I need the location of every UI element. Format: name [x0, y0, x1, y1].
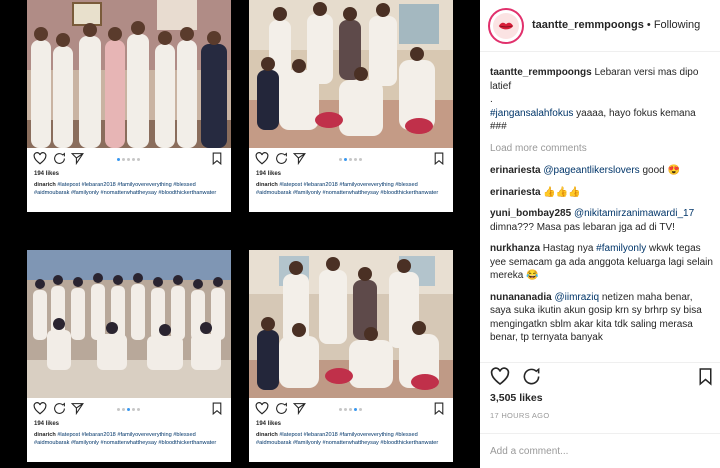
post-timestamp[interactable]: 17 HOURS AGO: [490, 411, 549, 420]
comment-mention[interactable]: @pageantlikerslovers: [543, 165, 639, 176]
share-icon[interactable]: [293, 152, 306, 165]
avatar[interactable]: [488, 8, 524, 44]
carousel-dots: [339, 158, 362, 161]
card-likes: 194 likes: [34, 171, 60, 177]
heart-icon[interactable]: [33, 402, 47, 415]
header-username-line: taantte_remmpoongs • Following: [532, 19, 700, 31]
carousel-dots: [117, 158, 140, 161]
comment-mention[interactable]: @iimraziq: [554, 292, 599, 303]
heart-icon[interactable]: [33, 152, 47, 165]
post-card-3[interactable]: 194 likes dinarich #latepost #lebaran201…: [27, 250, 231, 462]
avatar-image: [493, 13, 519, 39]
post-card-4[interactable]: 194 likes dinarich #latepost #lebaran201…: [249, 250, 453, 462]
carousel-dots: [339, 408, 362, 411]
caption-user[interactable]: dinarich: [256, 182, 278, 188]
username-link[interactable]: taantte_remmpoongs: [532, 19, 644, 31]
caption-hashtag[interactable]: #jangansalahfokus: [490, 108, 573, 119]
card-caption: dinarich #latepost #lebaran2018 #familyo…: [34, 181, 226, 198]
post-action-bar: 3,505 likes 17 HOURS AGO Add a comment..…: [480, 362, 720, 468]
comment-username[interactable]: erinariesta: [490, 165, 541, 176]
comment-item: yuni_bombay285 @nikitamirzanimawardi_17 …: [490, 207, 714, 234]
caption-user[interactable]: dinarich: [34, 432, 56, 438]
comment-icon[interactable]: [522, 367, 541, 386]
add-comment-field[interactable]: Add a comment...: [480, 433, 720, 468]
media-area: 194 likes dinarich #latepost #lebaran201…: [0, 0, 480, 468]
caption-hashtags[interactable]: #latepost #lebaran2018 #familyovereveryt…: [34, 432, 216, 446]
caption-hashtags[interactable]: #latepost #lebaran2018 #familyovereveryt…: [256, 432, 438, 446]
comment-username[interactable]: nurkhanza: [490, 243, 540, 254]
card-caption: dinarich #latepost #lebaran2018 #familyo…: [256, 181, 448, 198]
post-card-1[interactable]: 194 likes dinarich #latepost #lebaran201…: [27, 0, 231, 212]
comment-text: 👍👍👍: [540, 186, 581, 198]
load-more-comments-link[interactable]: Load more comments: [490, 142, 714, 156]
card-caption: dinarich #latepost #lebaran2018 #familyo…: [34, 431, 226, 448]
comment-username[interactable]: yuni_bombay285: [490, 208, 571, 219]
lips-logo-icon: [498, 22, 514, 30]
comment-icon[interactable]: [275, 402, 288, 415]
share-icon[interactable]: [71, 402, 84, 415]
comment-username[interactable]: erinariesta: [490, 187, 541, 198]
post-side-panel: taantte_remmpoongs • Following taantte_r…: [480, 0, 720, 468]
comment-icon[interactable]: [53, 152, 66, 165]
comments-list: taantte_remmpoongs Lebaran versi mas dip…: [490, 66, 714, 353]
card-likes: 194 likes: [256, 171, 282, 177]
post-card-2[interactable]: 194 likes dinarich #latepost #lebaran201…: [249, 0, 453, 212]
comment-text: dimna??? Masa pas lebaran jga ad di TV!: [490, 221, 675, 233]
bookmark-icon[interactable]: [433, 152, 445, 165]
bookmark-icon[interactable]: [433, 402, 445, 415]
caption-user[interactable]: dinarich: [34, 182, 56, 188]
heart-icon[interactable]: [255, 402, 269, 415]
comment-hashtag[interactable]: #familyonly: [596, 243, 646, 254]
comment-item: nunananadia @iimraziq netizen maha benar…: [490, 291, 714, 345]
add-comment-placeholder[interactable]: Add a comment...: [490, 446, 568, 457]
comment-username[interactable]: nunananadia: [490, 292, 552, 303]
caption-period: .: [490, 94, 493, 105]
bookmark-icon[interactable]: [211, 402, 223, 415]
separator-dot: •: [643, 19, 654, 31]
card-caption: dinarich #latepost #lebaran2018 #familyo…: [256, 431, 448, 448]
caption-user[interactable]: dinarich: [256, 432, 278, 438]
carousel-dots: [117, 408, 140, 411]
caption-username[interactable]: taantte_remmpoongs: [490, 67, 592, 78]
comment-item: erinariesta 👍👍👍: [490, 186, 714, 200]
comment-icon[interactable]: [53, 402, 66, 415]
following-button[interactable]: Following: [654, 19, 700, 31]
heart-icon[interactable]: [255, 152, 269, 165]
post-header: taantte_remmpoongs • Following: [480, 0, 720, 52]
likes-count[interactable]: 3,505 likes: [490, 392, 543, 404]
family-photo-4: [249, 250, 453, 398]
family-photo-2: [249, 0, 453, 148]
comment-text: Hastag nya: [540, 243, 597, 254]
heart-icon[interactable]: [490, 367, 510, 386]
comment-mention[interactable]: @nikitamirzanimawardi_17: [574, 208, 694, 219]
post-caption: taantte_remmpoongs Lebaran versi mas dip…: [490, 66, 714, 134]
caption-hashtags[interactable]: #latepost #lebaran2018 #familyovereveryt…: [256, 182, 438, 196]
family-photo-3: [27, 250, 231, 398]
card-likes: 194 likes: [34, 421, 60, 427]
caption-hashtags[interactable]: #latepost #lebaran2018 #familyovereveryt…: [34, 182, 216, 196]
comment-text: good 😍: [639, 165, 680, 176]
comment-item: erinariesta @pageantlikerslovers good 😍: [490, 164, 714, 178]
comment-item: nurkhanza Hastag nya #familyonly wkwk te…: [490, 242, 714, 283]
bookmark-icon[interactable]: [698, 367, 713, 386]
comment-icon[interactable]: [275, 152, 288, 165]
card-likes: 194 likes: [256, 421, 282, 427]
share-icon[interactable]: [293, 402, 306, 415]
bookmark-icon[interactable]: [211, 152, 223, 165]
share-icon[interactable]: [71, 152, 84, 165]
family-photo-1: [27, 0, 231, 148]
